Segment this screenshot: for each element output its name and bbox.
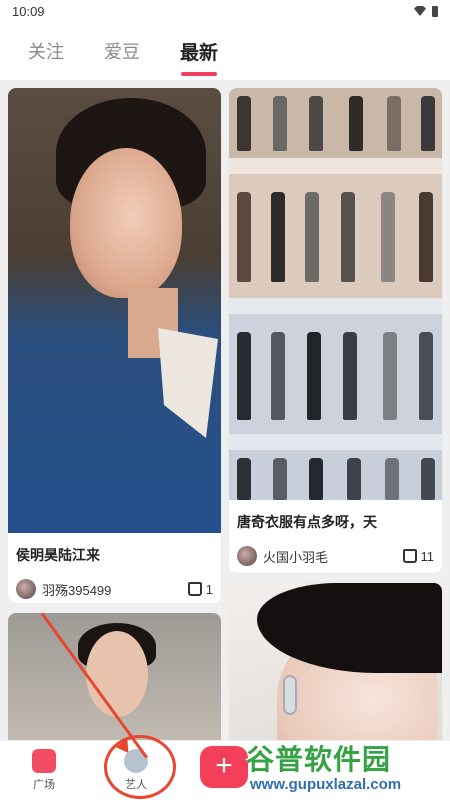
outfit-row xyxy=(229,88,442,158)
figure xyxy=(273,458,287,500)
outfit-row xyxy=(229,434,442,500)
label-strip xyxy=(229,298,442,314)
nav-home[interactable]: 广场 xyxy=(32,749,56,792)
feed: 侯明昊陆江来 羽殇395499 1 唐奇衣服有点多呀，天 火国小羽毛 11 xyxy=(0,80,450,740)
status-icons xyxy=(414,5,438,17)
status-bar: 10:09 xyxy=(0,0,450,22)
post-card[interactable] xyxy=(8,613,221,740)
post-image[interactable] xyxy=(229,583,442,740)
watermark-text: 谷普软件园 xyxy=(246,744,392,775)
avatar[interactable] xyxy=(237,546,257,566)
post-button[interactable]: + xyxy=(200,746,248,788)
home-icon xyxy=(32,749,56,773)
tab-latest[interactable]: 最新 xyxy=(180,22,218,80)
figure xyxy=(309,96,323,151)
nav-home-label: 广场 xyxy=(33,779,55,791)
top-tabs: 关注 爱豆 最新 xyxy=(0,22,450,80)
figure xyxy=(349,96,363,151)
label-strip xyxy=(229,158,442,174)
figure xyxy=(387,96,401,151)
post-title: 侯明昊陆江来 xyxy=(16,547,100,563)
figure xyxy=(273,96,287,151)
earring xyxy=(283,675,297,715)
post-image[interactable] xyxy=(8,613,221,740)
watermark: 谷普软件园 www.gupuxlazal.com xyxy=(246,738,444,796)
portrait-face xyxy=(86,631,148,717)
plus-icon: + xyxy=(215,749,233,782)
outfit-row xyxy=(229,158,442,298)
figure xyxy=(271,332,285,420)
tab-idols[interactable]: 爱豆 xyxy=(104,22,140,80)
post-card[interactable]: 侯明昊陆江来 羽殇395499 1 xyxy=(8,88,221,603)
tab-following[interactable]: 关注 xyxy=(28,22,64,80)
post-title: 唐奇衣服有点多呀，天 xyxy=(237,514,377,530)
portrait-face xyxy=(70,148,182,298)
figure xyxy=(271,192,285,282)
post-image[interactable] xyxy=(229,88,442,500)
post-meta: 火国小羽毛 11 xyxy=(229,532,442,566)
watermark-url: www.gupuxlazal.com xyxy=(250,776,402,793)
figure xyxy=(421,96,435,151)
figure xyxy=(305,192,319,282)
figure xyxy=(237,332,251,420)
post-image[interactable] xyxy=(8,88,221,533)
figure xyxy=(347,458,361,500)
post-username: 火国小羽毛 xyxy=(263,549,329,565)
figure xyxy=(309,458,323,500)
figure xyxy=(419,192,433,282)
figure xyxy=(237,458,251,500)
figure xyxy=(237,192,251,282)
annotation-circle xyxy=(104,735,176,799)
post-username: 羽殇395499 xyxy=(42,582,112,598)
figure xyxy=(237,96,251,151)
like-icon xyxy=(402,549,417,563)
like-count: 1 xyxy=(205,581,213,597)
status-time: 10:09 xyxy=(12,3,45,19)
figure xyxy=(381,192,395,282)
avatar[interactable] xyxy=(16,579,36,599)
post-user[interactable]: 羽殇395499 xyxy=(16,579,111,599)
wifi-icon xyxy=(414,6,426,16)
figure xyxy=(343,332,357,420)
label-strip xyxy=(229,434,442,450)
post-card[interactable]: 唐奇衣服有点多呀，天 火国小羽毛 11 xyxy=(229,88,442,573)
like-button[interactable]: 1 xyxy=(187,581,213,597)
like-icon xyxy=(187,582,202,596)
figure xyxy=(419,332,433,420)
figure xyxy=(383,332,397,420)
post-card[interactable] xyxy=(229,583,442,740)
figure xyxy=(421,458,435,500)
post-meta: 羽殇395499 1 xyxy=(8,565,221,599)
outfit-row xyxy=(229,298,442,434)
portrait-collar xyxy=(158,328,218,438)
like-button[interactable]: 11 xyxy=(402,548,435,564)
battery-icon xyxy=(432,5,438,17)
figure xyxy=(307,332,321,420)
figure xyxy=(385,458,399,500)
post-user[interactable]: 火国小羽毛 xyxy=(237,546,328,566)
figure xyxy=(341,192,355,282)
like-count: 11 xyxy=(420,548,435,564)
portrait-hair xyxy=(257,583,442,673)
